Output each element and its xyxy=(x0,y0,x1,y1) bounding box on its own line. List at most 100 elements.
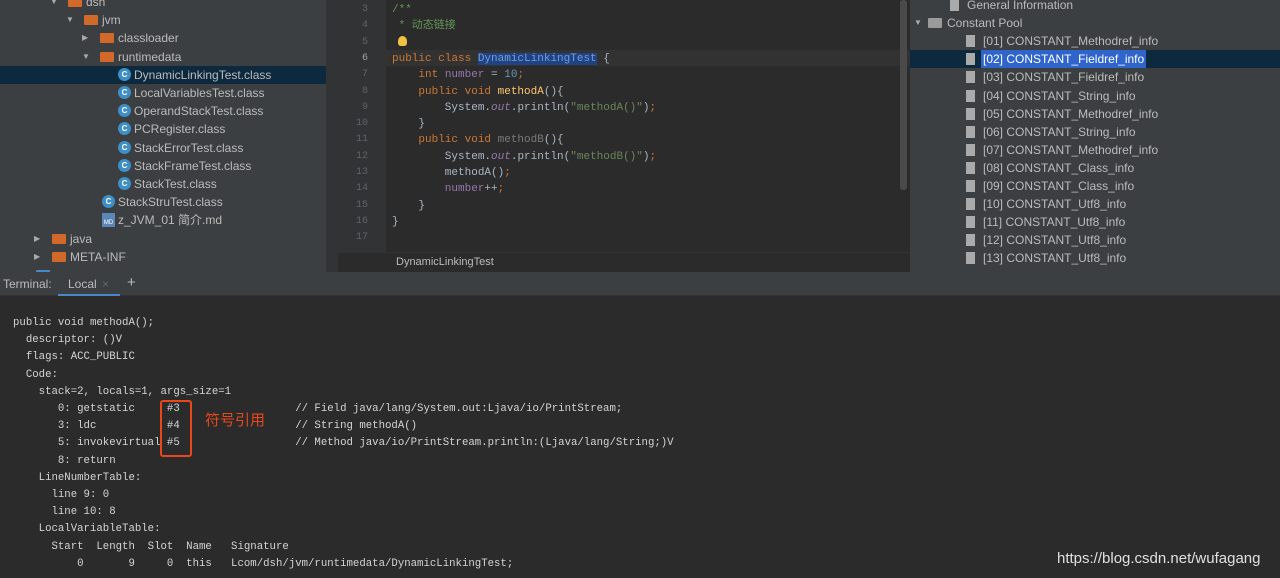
constant-pool-item[interactable]: [13] CONSTANT_Utf8_info xyxy=(910,249,1280,267)
tree-item-label: StackFrameTest.class xyxy=(134,158,252,173)
tree-item-label: META-INF xyxy=(70,249,126,264)
chevron-down-icon[interactable]: ▼ xyxy=(50,0,58,11)
terminal-line: Start Length Slot Name Signature xyxy=(13,540,289,553)
constant-pool-item[interactable]: [10] CONSTANT_Utf8_info xyxy=(910,195,1280,213)
constant-pool-item[interactable]: [08] CONSTANT_Class_info xyxy=(910,159,1280,177)
tree-item[interactable]: C StackErrorTest.class xyxy=(0,139,326,157)
tree-item[interactable]: C OperandStackTest.class xyxy=(0,102,326,120)
folder-icon xyxy=(928,18,942,29)
terminal-line: Code: xyxy=(13,368,58,381)
code-line: public void methodA(){ xyxy=(392,84,563,100)
constant-pool-item[interactable]: [06] CONSTANT_String_info xyxy=(910,123,1280,141)
code-token: .println( xyxy=(510,150,571,163)
item-label: [03] CONSTANT_Fieldref_info xyxy=(983,70,1145,85)
tree-item[interactable]: MD z_JVM_01 简介.md xyxy=(0,211,326,229)
file-icon xyxy=(966,35,975,48)
tree-item[interactable]: C LocalVariablesTest.class xyxy=(0,84,326,102)
tree-item[interactable]: C StackFrameTest.class xyxy=(0,157,326,175)
chevron-down-icon[interactable]: ▼ xyxy=(82,48,90,66)
tree-item-label: jvm xyxy=(102,13,121,28)
chevron-right-icon[interactable]: ▶ xyxy=(34,248,40,266)
line-number: 6 xyxy=(361,52,368,64)
terminal-line: LocalVariableTable: xyxy=(13,523,161,536)
file-icon xyxy=(966,107,975,120)
watermark: https://blog.csdn.net/wufagang xyxy=(1057,550,1261,567)
add-tab-button[interactable]: + xyxy=(127,274,136,291)
line-number: 9 xyxy=(361,101,368,113)
line-number: 12 xyxy=(355,150,368,162)
code-token: } xyxy=(392,118,426,131)
tree-item[interactable]: ▼ dsh xyxy=(0,0,326,11)
file-icon xyxy=(966,71,975,84)
item-label: [10] CONSTANT_Utf8_info xyxy=(983,197,1127,212)
constant-pool-item[interactable]: [11] CONSTANT_Utf8_info xyxy=(910,213,1280,231)
lightbulb-icon[interactable] xyxy=(398,36,407,46)
class-file-icon: C xyxy=(102,195,115,209)
terminal-line: stack=2, locals=1, args_size=1 xyxy=(13,385,232,398)
item-label: General Information xyxy=(967,0,1074,12)
constant-pool-item[interactable]: [05] CONSTANT_Methodref_info xyxy=(910,105,1280,123)
file-icon xyxy=(966,198,975,211)
project-tree: ▼ dsh ▼ jvm ▶ classloader ▼ runtimedata C Dynamic… xyxy=(0,0,326,272)
tree-item[interactable]: ▶ classloader xyxy=(0,29,326,47)
code-token: number xyxy=(392,183,485,196)
breadcrumb[interactable]: DynamicLinkingTest xyxy=(338,252,910,272)
chevron-right-icon[interactable]: ▶ xyxy=(82,29,88,47)
tree-item-label: z_JVM_01 简介.md xyxy=(118,213,223,228)
terminal-tab-bar: Terminal: Local × + xyxy=(0,272,1280,296)
code-token: ; xyxy=(517,69,525,82)
class-file-icon: C xyxy=(118,122,131,136)
code-editor[interactable]: 3 4 5 6 7 8 9 10 11 12 13 14 15 16 17 /** * 动态链接 publi… xyxy=(326,0,910,272)
constant-pool-item[interactable]: [12] CONSTANT_Utf8_info xyxy=(910,231,1280,249)
code-line: methodA(); xyxy=(392,165,511,181)
constant-pool-item[interactable]: [07] CONSTANT_Methodref_info xyxy=(910,141,1280,159)
tree-item-label: OperandStackTest.class xyxy=(134,104,264,119)
constant-pool-item[interactable]: [03] CONSTANT_Fieldref_info xyxy=(910,68,1280,86)
constant-pool-item[interactable]: [09] CONSTANT_Class_info xyxy=(910,177,1280,195)
tree-item[interactable]: ▼ runtimedata xyxy=(0,48,326,66)
editor-scrollbar[interactable] xyxy=(900,0,907,190)
line-number: 14 xyxy=(355,183,368,195)
code-token: public class xyxy=(392,52,478,65)
folder-icon xyxy=(52,251,66,262)
code-token: "methodB()" xyxy=(570,150,643,163)
tree-item[interactable]: C PCRegister.class xyxy=(0,120,326,138)
tree-item[interactable]: C DynamicLinkingTest.class xyxy=(0,65,326,84)
tree-item[interactable]: ▶ java xyxy=(0,230,326,248)
line-number: 3 xyxy=(361,4,368,15)
constant-pool-item[interactable]: [02] CONSTANT_Fieldref_info xyxy=(910,50,1280,69)
code-token: System. xyxy=(392,150,492,163)
terminal-output[interactable]: public void methodA(); descriptor: ()V f… xyxy=(0,296,1280,578)
constant-pool-item[interactable]: General Information xyxy=(910,0,1280,14)
code-token: int xyxy=(392,69,445,82)
constant-pool-item[interactable]: ▼ Constant Pool xyxy=(910,14,1280,32)
class-file-icon: C xyxy=(118,67,131,81)
file-icon xyxy=(966,180,975,192)
tree-item-label: classloader xyxy=(118,31,179,46)
item-label: [11] CONSTANT_Utf8_info xyxy=(983,215,1126,230)
constant-pool-item[interactable]: [04] CONSTANT_String_info xyxy=(910,87,1280,105)
code-line: * 动态链接 xyxy=(392,18,456,34)
line-number: 15 xyxy=(355,199,368,211)
tree-item-label: java xyxy=(70,231,93,246)
folder-icon xyxy=(68,0,82,7)
chevron-down-icon[interactable]: ▼ xyxy=(66,11,74,29)
code-token: methodA xyxy=(497,85,544,98)
close-icon[interactable]: × xyxy=(102,277,109,291)
code-token: out xyxy=(491,101,511,114)
code-token: out xyxy=(491,150,511,163)
tree-item[interactable]: C StackStruTest.class xyxy=(0,193,326,211)
folder-icon xyxy=(100,51,114,62)
tree-item[interactable]: ▼ jvm xyxy=(0,11,326,29)
terminal-line: flags: ACC_PUBLIC xyxy=(13,351,135,364)
chevron-right-icon[interactable]: ▶ xyxy=(34,230,40,248)
item-label: [04] CONSTANT_String_info xyxy=(983,88,1136,103)
tree-item[interactable]: ▶ META-INF xyxy=(0,248,326,266)
tab-local[interactable]: Local × xyxy=(58,272,120,296)
breadcrumb-class[interactable]: DynamicLinkingTest xyxy=(396,256,494,268)
code-token: * 动态链接 xyxy=(392,20,456,33)
constant-pool-item[interactable]: [01] CONSTANT_Methodref_info xyxy=(910,32,1280,50)
folder-icon xyxy=(52,233,66,244)
chevron-down-icon[interactable]: ▼ xyxy=(914,14,922,32)
tree-item[interactable]: C StackTest.class xyxy=(0,175,326,193)
